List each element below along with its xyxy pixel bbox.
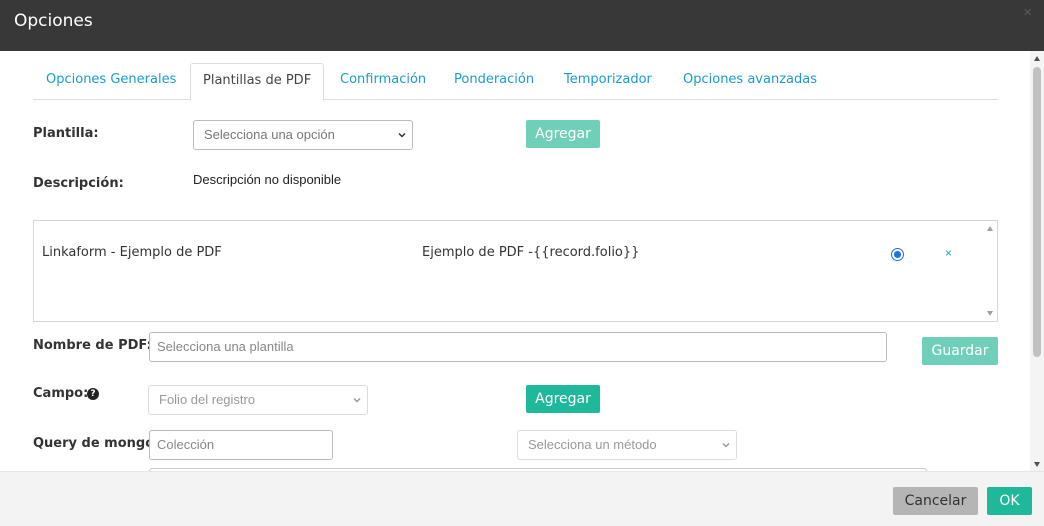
templates-list-scrollbar[interactable] <box>983 221 997 321</box>
template-row-radio[interactable] <box>891 248 904 261</box>
tab-opciones-generales[interactable]: Opciones Generales <box>34 63 188 100</box>
pdf-name-placeholder: Selecciona una plantilla <box>157 339 294 354</box>
scroll-down-icon[interactable] <box>987 311 993 316</box>
ok-button[interactable]: OK <box>987 487 1032 515</box>
chevron-down-icon <box>353 397 361 403</box>
dialog-header: Opciones × <box>0 0 1044 51</box>
chevron-down-icon <box>722 442 730 448</box>
help-icon[interactable]: ? <box>87 388 99 400</box>
chevron-down-icon <box>398 132 406 138</box>
mongo-query-label: Query de mongo: <box>33 436 160 451</box>
field-label: Campo: <box>33 386 89 401</box>
close-icon[interactable]: × <box>1023 4 1032 21</box>
scroll-down-icon[interactable] <box>1034 462 1040 467</box>
method-select[interactable]: Selecciona un método <box>517 430 737 460</box>
collection-placeholder: Colección <box>157 437 215 452</box>
template-label: Plantilla: <box>33 126 99 141</box>
dialog-scrollbar[interactable] <box>1030 51 1044 471</box>
description-value: Descripción no disponible <box>193 172 342 187</box>
field-select-value: Folio del registro <box>159 392 256 407</box>
tab-opciones-avanzadas[interactable]: Opciones avanzadas <box>671 63 829 100</box>
template-row-pdf-name: Ejemplo de PDF -{{record.folio}} <box>422 245 640 260</box>
save-button[interactable]: Guardar <box>922 337 998 365</box>
scrollbar-thumb[interactable] <box>1033 67 1041 357</box>
template-select-value: Selecciona una opción <box>204 127 335 142</box>
method-select-value: Selecciona un método <box>528 437 657 452</box>
template-select[interactable]: Selecciona una opción <box>193 120 413 150</box>
tab-confirmacion[interactable]: Confirmación <box>328 63 438 100</box>
dialog-body: Opciones Generales Plantillas de PDF Con… <box>0 51 1044 471</box>
tab-bar: Opciones Generales Plantillas de PDF Con… <box>33 63 998 101</box>
collection-input[interactable]: Colección <box>149 430 333 460</box>
description-label: Descripción: <box>33 176 124 191</box>
add-field-button[interactable]: Agregar <box>526 385 600 413</box>
tab-plantillas-pdf[interactable]: Plantillas de PDF <box>190 63 325 101</box>
dialog-footer: Cancelar OK <box>0 471 1044 526</box>
field-select[interactable]: Folio del registro <box>148 385 368 415</box>
tab-temporizador[interactable]: Temporizador <box>552 63 664 100</box>
pdf-name-label: Nombre de PDF: <box>33 338 152 353</box>
tab-ponderacion[interactable]: Ponderación <box>442 63 546 100</box>
pdf-name-input[interactable]: Selecciona una plantilla <box>149 332 887 362</box>
scroll-up-icon[interactable] <box>1034 56 1040 61</box>
dialog-title: Opciones <box>14 11 93 31</box>
add-template-button[interactable]: Agregar <box>526 120 600 148</box>
scroll-up-icon[interactable] <box>987 226 993 231</box>
template-row-name: Linkaform - Ejemplo de PDF <box>42 245 222 260</box>
templates-list: Linkaform - Ejemplo de PDF Ejemplo de PD… <box>33 220 998 322</box>
cancel-button[interactable]: Cancelar <box>893 487 978 515</box>
remove-icon[interactable]: × <box>945 246 952 260</box>
